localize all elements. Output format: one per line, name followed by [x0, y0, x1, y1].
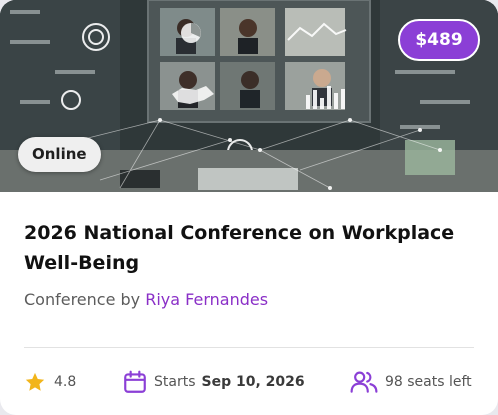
- event-title[interactable]: 2026 National Conference on Workplace We…: [24, 218, 474, 278]
- rating-value: 4.8: [54, 374, 77, 390]
- price-badge: $489: [398, 19, 480, 61]
- seats-left-value: 98 seats left: [385, 374, 472, 390]
- organizer-link[interactable]: Riya Fernandes: [145, 290, 268, 309]
- divider: [24, 347, 474, 348]
- calendar-icon: [124, 370, 146, 393]
- star-icon: [25, 372, 45, 391]
- starts-date-value: Sep 10, 2026: [201, 374, 305, 390]
- start-date: Starts Sep 10, 2026: [122, 365, 305, 399]
- event-card[interactable]: Online $489 2026 National Conference on …: [0, 0, 498, 415]
- online-badge: Online: [18, 137, 101, 172]
- seats-left: 98 seats left: [350, 365, 472, 399]
- starts-label: Starts: [154, 374, 196, 390]
- users-icon: [350, 371, 378, 393]
- rating: 4.8: [24, 365, 76, 399]
- event-type-prefix: Conference by: [24, 290, 141, 309]
- event-type-line: Conference by Riya Fernandes: [24, 290, 268, 309]
